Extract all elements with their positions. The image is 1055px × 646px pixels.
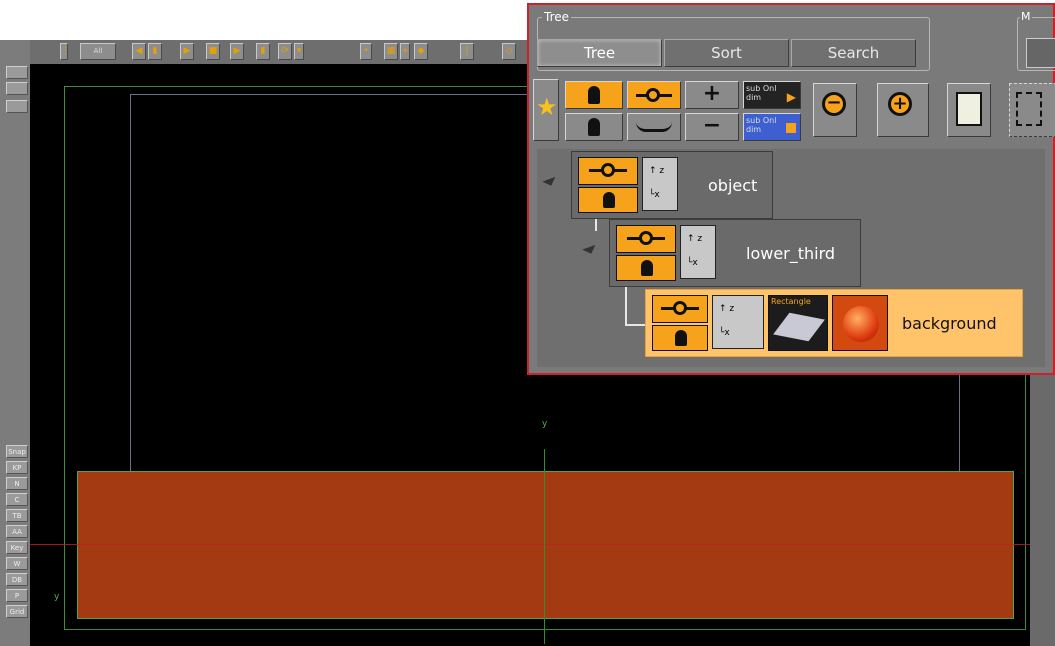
zoom-out-button[interactable]: − [813, 83, 857, 137]
curve-icon [636, 122, 672, 132]
tab-sort[interactable]: Sort [664, 39, 789, 67]
merge-button[interactable] [627, 81, 681, 109]
person-icon [588, 86, 600, 104]
tree-group-title: Tree [542, 10, 572, 24]
tree-node-background[interactable]: ↑ z └x Rectangle background [645, 289, 1023, 357]
tree-node-lower-third[interactable]: ↑ z └x lower_third [609, 219, 861, 287]
stop-icon [786, 123, 796, 133]
expand-arrow-icon[interactable] [542, 176, 558, 189]
grid-button[interactable]: Grid [6, 605, 28, 618]
sub-online-label: sub Onl dim [746, 116, 777, 134]
sphere-shape [843, 306, 879, 342]
zoom-in-icon: + [888, 92, 912, 116]
rectangle-chip-label: Rectangle [771, 297, 811, 306]
tree-connector [595, 217, 597, 231]
material-icon[interactable] [832, 295, 888, 351]
transform-axis-icon[interactable]: ↑ z └x [680, 225, 716, 279]
add-node-button[interactable]: + [685, 81, 739, 109]
favorites-button[interactable]: ★ [533, 79, 559, 141]
stepper-icon[interactable]: ◆ [414, 43, 428, 60]
expand-tree-button[interactable] [947, 83, 991, 137]
marker-icon[interactable]: • [360, 43, 372, 60]
all-button[interactable]: All [80, 43, 116, 60]
star-icon: ★ [536, 93, 558, 121]
tree-view-icon [956, 92, 982, 126]
play-icon[interactable]: ▶ [180, 43, 194, 60]
sub-online-stop-button[interactable]: sub Onl dim [743, 113, 801, 141]
tool-button[interactable] [6, 100, 28, 113]
last-frame-icon[interactable]: ▮ [256, 43, 270, 60]
sub-online-label: sub Onl dim [746, 84, 777, 102]
stop-icon[interactable]: ■ [206, 43, 220, 60]
key-button[interactable]: Key [6, 541, 28, 554]
y-axis-line [544, 449, 545, 644]
left-toolbar: Snap KP N C TB AA Key W DB P Grid [0, 40, 30, 646]
c-button[interactable]: C [6, 493, 28, 506]
origin-y-label: y [54, 592, 60, 602]
person-icon[interactable] [578, 187, 638, 213]
transform-axis-icon[interactable]: ↑ z └x [712, 295, 764, 349]
zoom-in-button[interactable]: + [877, 83, 929, 137]
tb-button[interactable]: TB [6, 509, 28, 522]
side-group: M [1017, 10, 1055, 71]
side-button[interactable] [1026, 38, 1055, 68]
tree-connector [625, 324, 647, 326]
lower-third-rectangle[interactable] [77, 471, 1014, 619]
tree-node-object[interactable]: ↑ z └x object [571, 151, 773, 219]
side-group-title: M [1020, 10, 1032, 24]
tree-outline-icon [1016, 92, 1042, 126]
merge-icon[interactable] [652, 295, 708, 323]
circle-icon [646, 88, 660, 102]
snap-button[interactable]: Snap [6, 445, 28, 458]
play-icon: ▶ [786, 90, 796, 104]
loop-dropdown-icon[interactable]: ▾ [294, 43, 304, 60]
tree-connector [625, 285, 627, 325]
node-label-background: background [902, 314, 997, 333]
kp-button[interactable]: KP [6, 461, 28, 474]
person-icon [588, 118, 600, 136]
node-label-lower-third: lower_third [746, 244, 836, 263]
tree-tabs: Tree Sort Search [537, 39, 918, 69]
plane-shape [773, 312, 825, 342]
transform-axis-icon[interactable]: ↑ z └x [642, 157, 678, 211]
step-back-icon[interactable]: ▮ [148, 43, 162, 60]
play-forward-icon[interactable]: ▶ [230, 43, 244, 60]
split-button[interactable] [627, 113, 681, 141]
n-button[interactable]: N [6, 477, 28, 490]
db-button[interactable]: DB [6, 573, 28, 586]
add-container-button[interactable] [565, 113, 623, 141]
add-group-button[interactable] [565, 81, 623, 109]
tool-button[interactable] [6, 82, 28, 95]
tree-panel: Tree Tree Sort Search M ★ + − sub Onl di… [527, 3, 1055, 375]
remove-node-button[interactable]: − [685, 113, 739, 141]
top-toolbar: ⋮ All ◀ ▮ ▶ ■ ▶ ▮ ⟳ ▾ • ▦ + ◆ | ◇ [30, 40, 530, 64]
person-icon[interactable] [616, 255, 676, 281]
x-axis-line [30, 544, 1030, 545]
p-button[interactable]: P [6, 589, 28, 602]
key-icon[interactable]: ◇ [502, 43, 516, 60]
frames-icon[interactable]: ▦ [384, 43, 398, 60]
tool-button[interactable] [6, 66, 28, 79]
tab-tree[interactable]: Tree [537, 39, 662, 67]
handle-icon[interactable]: ⋮ [60, 43, 70, 60]
expand-arrow-icon[interactable] [582, 244, 598, 257]
rectangle-geometry-icon[interactable]: Rectangle [768, 295, 828, 351]
aa-button[interactable]: AA [6, 525, 28, 538]
tab-search[interactable]: Search [791, 39, 916, 67]
merge-icon[interactable] [616, 225, 676, 253]
scene-tree: ↑ z └x object ↑ z └x lower_third ↑ z └x … [537, 149, 1045, 367]
collapse-tree-button[interactable] [1009, 83, 1055, 137]
loop-icon[interactable]: ⟳ [278, 43, 292, 60]
zoom-out-icon: − [822, 92, 846, 116]
first-frame-icon[interactable]: ◀ [132, 43, 146, 60]
y-axis-label: y [542, 419, 548, 429]
pin-icon[interactable]: | [460, 43, 474, 60]
node-label-object: object [708, 176, 758, 195]
sub-online-button[interactable]: sub Onl dim ▶ [743, 81, 801, 109]
w-button[interactable]: W [6, 557, 28, 570]
add-frame-icon[interactable]: + [400, 43, 410, 60]
merge-icon[interactable] [578, 157, 638, 185]
person-icon[interactable] [652, 325, 708, 351]
